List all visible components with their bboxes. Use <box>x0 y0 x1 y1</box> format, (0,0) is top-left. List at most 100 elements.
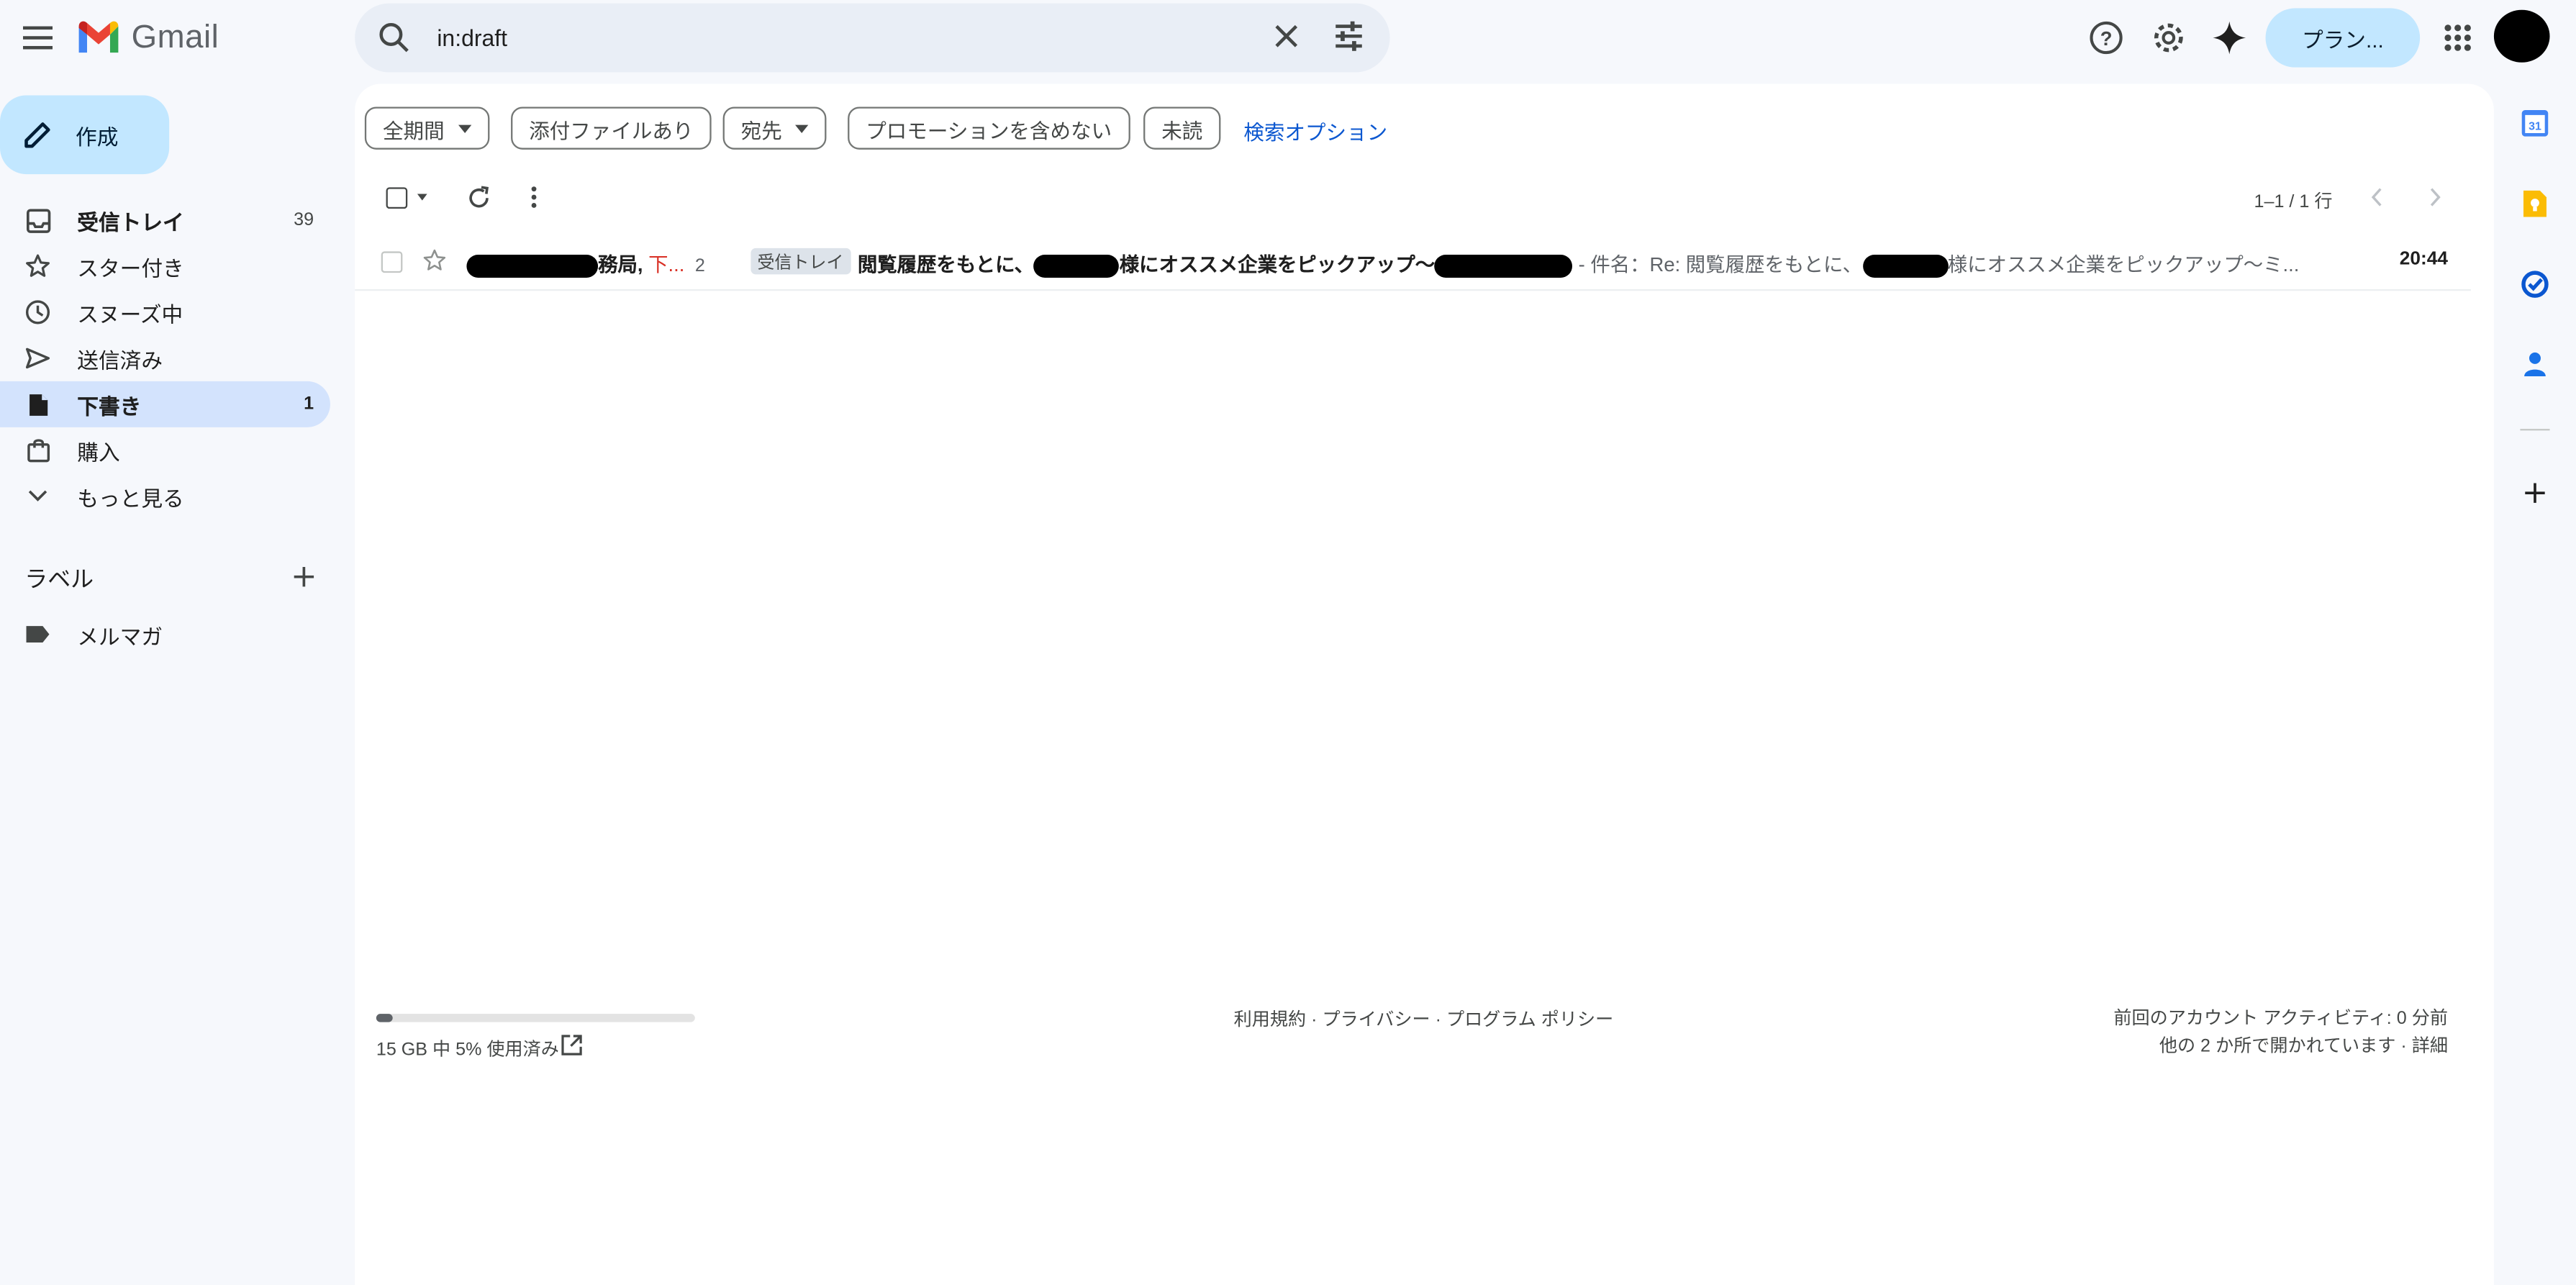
table-row[interactable]: 務局, 下... 2 受信トレイ 閲覧履歴をもとに、 様にオススメ企業をピックアッ… <box>355 235 2471 291</box>
star-icon[interactable] <box>422 248 447 273</box>
chip-label: 未読 <box>1161 119 1203 142</box>
keep-icon <box>2522 189 2549 219</box>
send-icon <box>24 347 51 370</box>
more-actions-button[interactable] <box>522 183 545 212</box>
sidebar-item-sent[interactable]: 送信済み <box>0 335 330 381</box>
star-icon <box>24 253 51 280</box>
subject-text: 閲覧履歴をもとに、 <box>857 253 1035 276</box>
thread-count: 2 <box>694 256 705 276</box>
chip-label: プロモーションを含めない <box>866 119 1112 142</box>
policy-links[interactable]: 利用規約 · プライバシー · プログラム ポリシー <box>1234 1006 1614 1032</box>
pencil-icon <box>23 120 53 150</box>
snippet-text: - 件名：Re: 閲覧履歴をもとに、 <box>1578 253 1863 276</box>
redacted-name <box>1034 254 1120 278</box>
sidebar-item-snoozed[interactable]: スヌーズ中 <box>0 289 330 335</box>
storage-quota-bar <box>376 1014 695 1022</box>
inbox-icon <box>24 208 51 232</box>
add-label-button[interactable] <box>289 562 319 591</box>
activity-details-link[interactable]: 他の 2 か所で開かれています · 詳細 <box>2113 1034 2448 1062</box>
redacted-sender <box>466 254 599 278</box>
label-icon <box>24 625 51 644</box>
settings-button[interactable] <box>2142 12 2195 64</box>
sidebar-item-label: 購入 <box>77 439 120 465</box>
chip-label: 全期間 <box>382 119 445 142</box>
row-time: 20:44 <box>2399 250 2448 270</box>
sender-name: 務局, <box>598 253 643 276</box>
add-addon-button[interactable] <box>2513 471 2556 514</box>
filter-chip-exclude-promotions[interactable]: プロモーションを含めない <box>848 106 1130 150</box>
row-sender: 務局, 下... 2 <box>466 250 705 278</box>
search-input[interactable] <box>433 22 1229 53</box>
gear-icon <box>2151 19 2187 55</box>
filter-chip-unread[interactable]: 未読 <box>1143 106 1221 150</box>
clear-search-icon[interactable] <box>1269 18 1305 54</box>
sidebar-item-label: スター付き <box>77 255 184 281</box>
gmail-logo[interactable]: Gmail <box>76 17 219 59</box>
help-icon: ? <box>2088 19 2124 55</box>
draft-indicator: 下... <box>648 253 685 276</box>
filter-chip-to[interactable]: 宛先 <box>722 106 827 150</box>
search-icon[interactable] <box>378 22 411 55</box>
sidebar-item-label: 下書き <box>77 393 142 419</box>
sidebar-label-item[interactable]: メルマガ <box>0 612 330 658</box>
row-subject-snippet: 閲覧履歴をもとに、 様にオススメ企業をピックアップ〜 - 件名：Re: 閲覧履歴を… <box>857 250 2300 278</box>
help-button[interactable]: ? <box>2080 12 2133 64</box>
sidebar-item-label: メルマガ <box>77 623 163 648</box>
chevron-down-icon <box>24 488 51 504</box>
gmail-m-icon <box>76 19 122 55</box>
keep-app-button[interactable] <box>2513 183 2556 225</box>
compose-button[interactable]: 作成 <box>0 95 170 175</box>
next-page-button[interactable] <box>2423 184 2446 211</box>
refresh-button[interactable] <box>463 183 493 212</box>
search-options-tune-icon[interactable] <box>1330 18 1366 54</box>
contacts-app-button[interactable] <box>2513 343 2556 386</box>
draft-count: 1 <box>304 394 314 414</box>
chip-label: 添付ファイルあり <box>529 119 694 142</box>
row-checkbox[interactable] <box>381 251 403 273</box>
account-avatar[interactable] <box>2493 9 2550 63</box>
snippet-text: 様にオススメ企業をピックアップ〜ミ... <box>1947 253 2300 276</box>
select-all-checkbox[interactable] <box>378 184 434 211</box>
sidebar-item-drafts[interactable]: 下書き 1 <box>0 381 330 427</box>
plan-button[interactable]: プラン... <box>2265 8 2421 68</box>
apps-launcher-button[interactable] <box>2431 12 2484 64</box>
sidebar-item-more[interactable]: もっと見る <box>0 473 330 519</box>
gemini-button[interactable] <box>2203 12 2256 64</box>
redacted-name <box>1862 254 1948 278</box>
activity-last: 前回のアカウント アクティビティ: 0 分前 <box>2113 1009 2448 1029</box>
clock-icon <box>24 299 51 326</box>
tasks-icon <box>2520 270 2549 299</box>
chevron-right-icon <box>2428 187 2441 206</box>
search-bar[interactable] <box>355 3 1390 73</box>
side-panel-divider <box>2520 429 2550 431</box>
filter-chip-attachment[interactable]: 添付ファイルあり <box>511 106 712 150</box>
apps-grid-icon <box>2443 23 2472 53</box>
compose-label: 作成 <box>76 124 119 149</box>
chevron-down-icon <box>795 124 809 132</box>
more-vert-icon <box>530 186 537 209</box>
plus-icon <box>289 562 319 591</box>
sidebar-item-label: 受信トレイ <box>77 209 184 235</box>
refresh-icon <box>466 185 490 209</box>
sidebar-item-label: 送信済み <box>77 348 163 373</box>
sparkle-icon <box>2211 19 2247 55</box>
checkbox-icon <box>385 186 407 208</box>
advanced-search-link[interactable]: 検索オプション <box>1243 115 1387 146</box>
account-activity: 前回のアカウント アクティビティ: 0 分前 他の 2 か所で開かれています ·… <box>2113 1006 2448 1062</box>
plus-icon <box>2522 480 2549 507</box>
sidebar-item-starred[interactable]: スター付き <box>0 243 330 289</box>
previous-page-button[interactable] <box>2366 184 2389 211</box>
open-in-new-icon[interactable] <box>561 1034 584 1057</box>
sidebar-item-purchases[interactable]: 購入 <box>0 427 330 473</box>
svg-text:?: ? <box>2100 27 2113 50</box>
sidebar-item-label: もっと見る <box>77 485 184 511</box>
inbox-label-tag[interactable]: 受信トレイ <box>750 248 851 275</box>
calendar-app-button[interactable]: 31 <box>2513 102 2556 145</box>
sidebar-item-inbox[interactable]: 受信トレイ 39 <box>0 197 330 243</box>
tasks-app-button[interactable] <box>2513 263 2556 305</box>
subject-text: 様にオススメ企業をピックアップ〜 <box>1119 253 1436 276</box>
main-menu-button[interactable] <box>13 13 62 63</box>
svg-text:31: 31 <box>2529 120 2541 132</box>
filter-chip-date[interactable]: 全期間 <box>364 106 489 150</box>
chevron-left-icon <box>2371 187 2384 206</box>
